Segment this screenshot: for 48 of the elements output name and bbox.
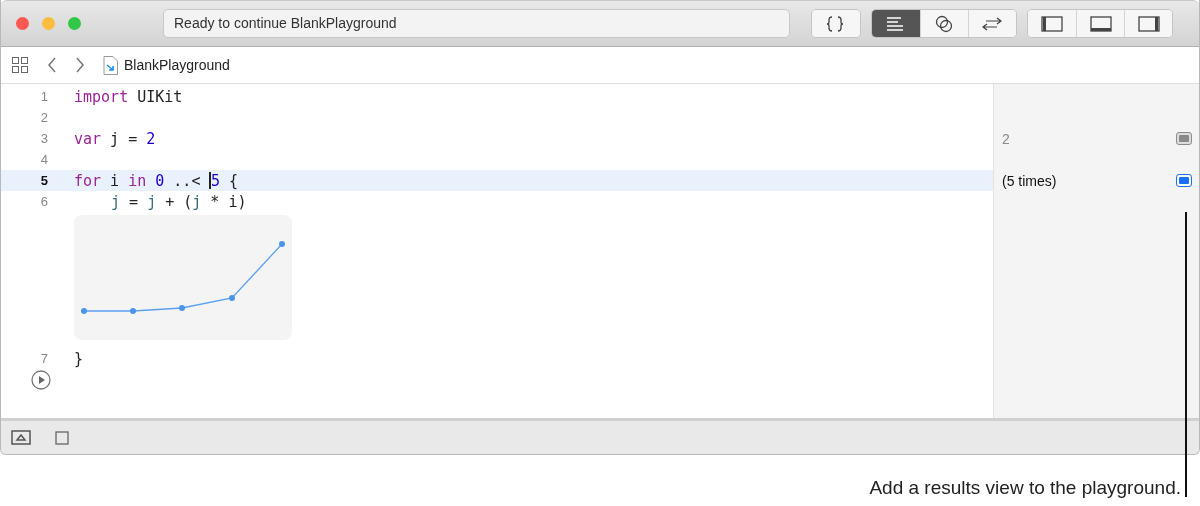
file-breadcrumb[interactable]: BlankPlayground <box>124 57 230 73</box>
line-number: 5 <box>39 173 48 188</box>
result-value: (5 times) <box>1002 172 1057 189</box>
back-icon[interactable] <box>47 57 57 73</box>
code-token: 5 <box>210 171 220 190</box>
run-button[interactable] <box>31 370 51 390</box>
bottom-panel-icon <box>1089 13 1112 34</box>
line-number: 6 <box>39 194 48 209</box>
line-number: 3 <box>39 131 48 146</box>
code-token: j <box>111 192 121 211</box>
file-icon <box>103 55 118 75</box>
result-view-toggle[interactable] <box>1176 132 1192 145</box>
toolbar-button[interactable] <box>872 10 920 37</box>
code-token: j = <box>109 129 139 148</box>
code-token: var <box>74 129 102 148</box>
caption: Add a results view to the playground. <box>869 477 1181 499</box>
toolbar-button[interactable] <box>1124 10 1172 37</box>
code-token: j <box>192 192 202 211</box>
code-token: } <box>74 349 84 368</box>
result-view-toggle[interactable] <box>1176 174 1192 187</box>
line-number: 7 <box>39 351 48 366</box>
forward-icon[interactable] <box>75 57 85 73</box>
code-token: i <box>109 171 121 190</box>
code-token: UIKit <box>136 87 183 106</box>
stop-icon[interactable] <box>55 430 69 445</box>
activity-status-field: Ready to continue BlankPlayground <box>163 9 790 38</box>
segmented-control[interactable] <box>1027 9 1173 38</box>
code-token: import <box>74 87 129 106</box>
code-token: 2 <box>146 129 156 148</box>
line-number: 4 <box>39 152 48 167</box>
code-token: + ( <box>164 192 193 211</box>
result-value: 2 <box>1002 130 1010 147</box>
line-number: 1 <box>39 89 48 104</box>
left-panel-icon <box>1041 13 1063 34</box>
show-debug-area-icon[interactable] <box>11 430 31 445</box>
line-number: 2 <box>39 110 48 125</box>
right-panel-icon <box>1137 13 1160 34</box>
code-token: = <box>128 192 140 211</box>
code-token: for <box>74 171 102 190</box>
code-token: ..< <box>172 171 202 190</box>
grid-icon[interactable] <box>11 56 29 74</box>
code-token: { <box>228 171 239 190</box>
toolbar-button[interactable] <box>812 10 860 37</box>
code-token: * i) <box>209 192 247 211</box>
code-token: j <box>147 192 157 211</box>
segmented-control[interactable] <box>871 9 1017 38</box>
code-token: 0 <box>154 171 165 190</box>
code-token: in <box>128 171 147 190</box>
